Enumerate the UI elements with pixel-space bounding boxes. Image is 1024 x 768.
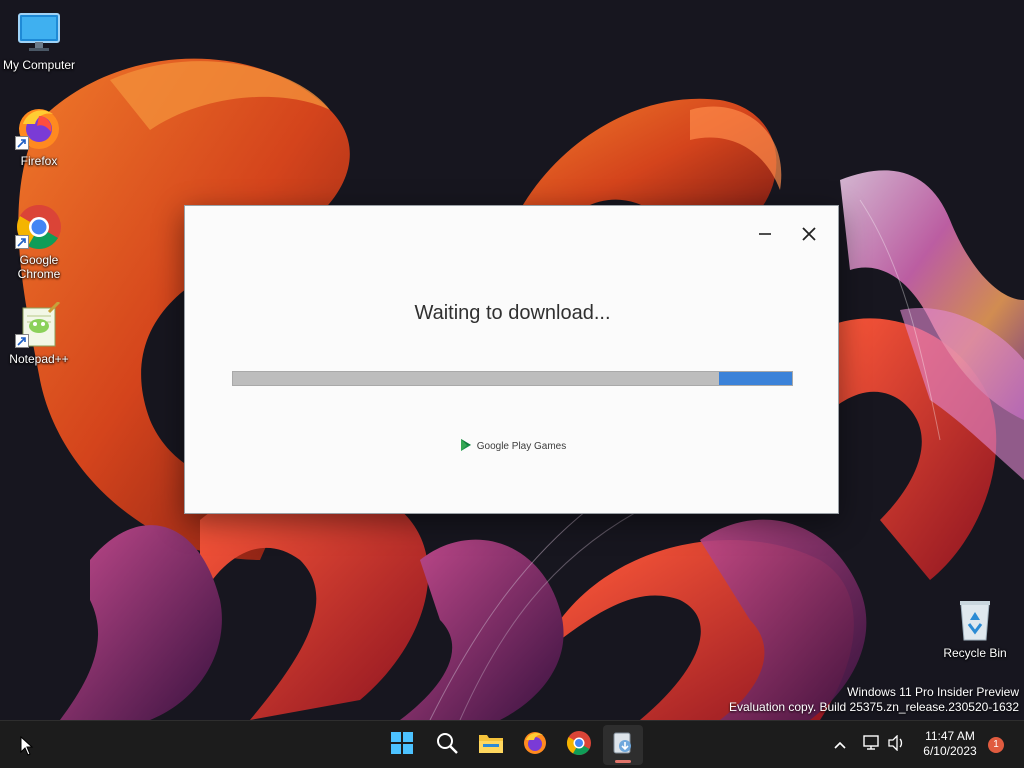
desktop-icon-label: Firefox xyxy=(20,154,58,168)
google-play-games-logo: Google Play Games xyxy=(185,438,840,455)
taskbar-installer-button[interactable] xyxy=(603,725,643,765)
chrome-icon xyxy=(566,730,592,761)
taskbar-clock[interactable]: 11:47 AM 6/10/2023 xyxy=(912,729,988,759)
close-icon xyxy=(802,226,816,246)
chrome-icon xyxy=(15,203,63,251)
dialog-status-text: Waiting to download... xyxy=(414,302,611,324)
taskbar-firefox-button[interactable] xyxy=(515,725,555,765)
recycle-bin-icon xyxy=(951,596,999,644)
firefox-icon xyxy=(522,730,548,761)
shortcut-arrow-icon xyxy=(15,235,29,249)
minimize-icon xyxy=(758,227,772,246)
desktop-icon-label: Notepad++ xyxy=(9,352,69,366)
desktop-icon-firefox[interactable]: Firefox xyxy=(0,104,78,168)
show-hidden-icons-button[interactable] xyxy=(830,735,850,755)
file-explorer-button[interactable] xyxy=(471,725,511,765)
search-icon xyxy=(435,731,459,760)
taskbar: 11:47 AM 6/10/2023 1 xyxy=(0,720,1024,768)
close-button[interactable] xyxy=(791,220,827,252)
search-button[interactable] xyxy=(427,725,467,765)
desktop-icon-my-computer[interactable]: My Computer xyxy=(0,8,78,72)
desktop-icon-recycle-bin[interactable]: Recycle Bin xyxy=(936,596,1014,660)
notepadpp-icon xyxy=(15,300,63,350)
minimize-button[interactable] xyxy=(747,220,783,252)
notification-badge[interactable]: 1 xyxy=(988,737,1004,753)
shortcut-arrow-icon xyxy=(15,136,29,150)
desktop-icon-google-chrome[interactable]: Google Chrome xyxy=(0,203,78,281)
watermark-line-1: Windows 11 Pro Insider Preview xyxy=(847,685,1019,699)
desktop-icon-label: My Computer xyxy=(2,58,76,72)
clock-date: 6/10/2023 xyxy=(923,744,977,758)
firefox-icon xyxy=(15,104,63,152)
download-progress-bar xyxy=(232,371,793,386)
google-play-games-installer-dialog: Waiting to download... Google Play Games xyxy=(184,205,839,514)
installer-icon xyxy=(611,731,635,760)
shortcut-arrow-icon xyxy=(15,334,29,348)
play-games-icon xyxy=(459,438,473,455)
watermark-line-2: Evaluation copy. Build 25375.zn_release.… xyxy=(729,700,1019,714)
monitor-icon xyxy=(15,8,63,56)
network-icon xyxy=(863,734,881,756)
network-button[interactable] xyxy=(862,734,882,756)
desktop-icon-label: Google Chrome xyxy=(17,253,61,281)
desktop-icon-label: Recycle Bin xyxy=(943,646,1007,660)
desktop-icon-notepadpp[interactable]: Notepad++ xyxy=(0,300,78,366)
chevron-up-icon xyxy=(834,736,846,754)
start-button[interactable] xyxy=(382,725,422,765)
taskbar-chrome-button[interactable] xyxy=(559,725,599,765)
volume-button[interactable] xyxy=(886,733,906,756)
clock-time: 11:47 AM xyxy=(925,729,975,743)
progress-fill xyxy=(719,372,792,385)
file-explorer-icon xyxy=(478,732,504,759)
windows-watermark: Windows 11 Pro Insider Preview Evaluatio… xyxy=(729,685,1019,715)
brand-text: Google Play Games xyxy=(476,441,567,452)
start-icon xyxy=(390,731,414,760)
mouse-cursor-icon xyxy=(20,735,34,761)
volume-icon xyxy=(887,733,905,756)
